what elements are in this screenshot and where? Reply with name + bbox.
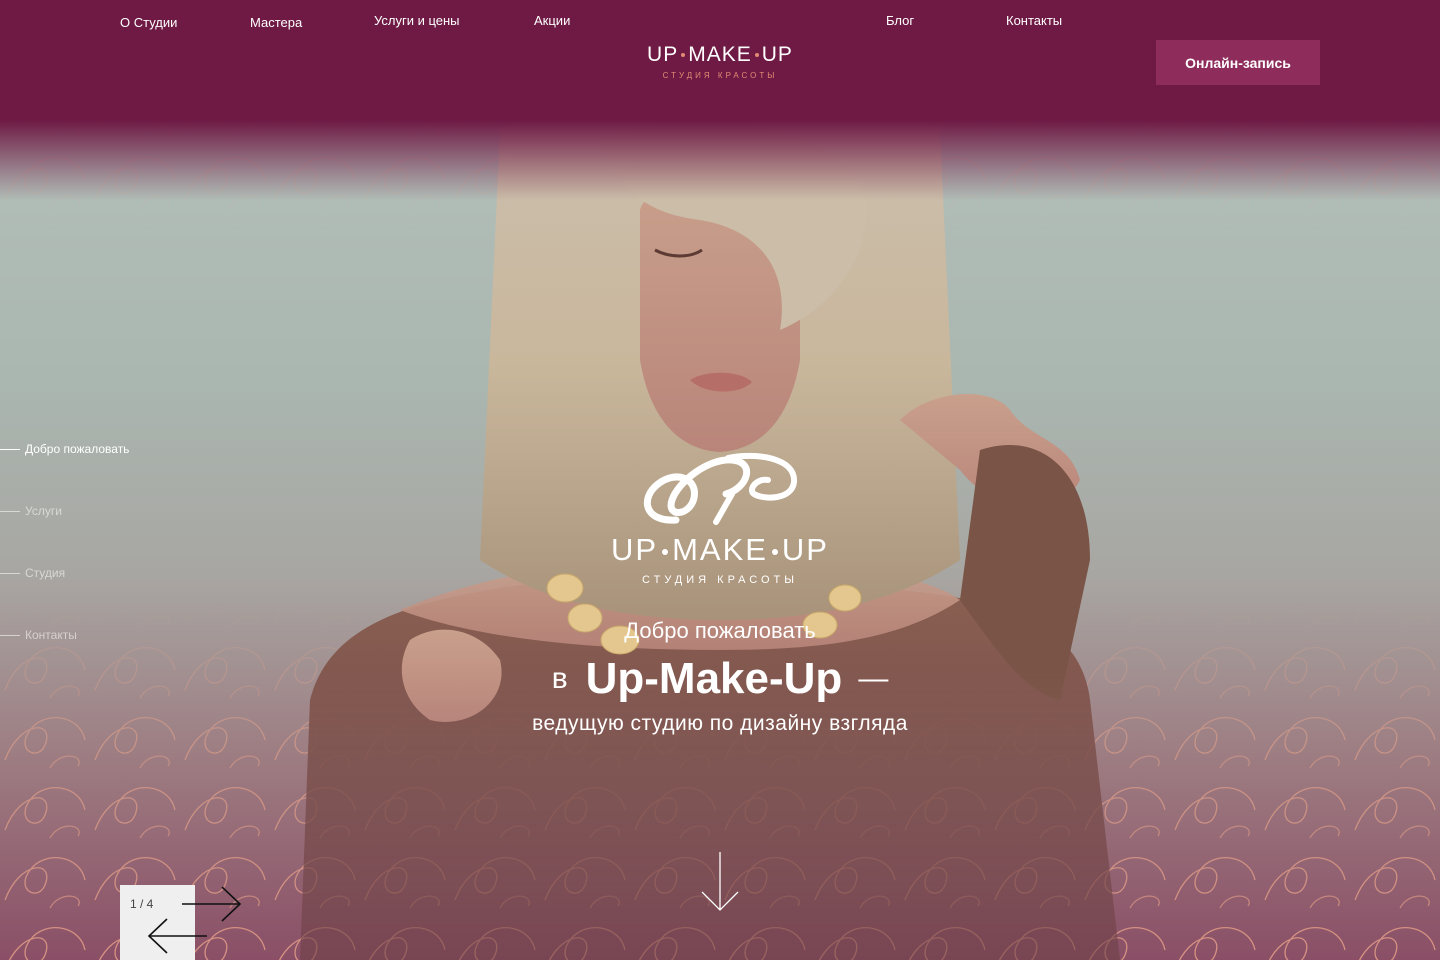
- hero-welcome-text: Добро пожаловать: [624, 618, 816, 643]
- hero-headline-prefix: в: [551, 662, 568, 695]
- section-nav-item-studio[interactable]: Студия: [0, 564, 65, 582]
- section-indicator-line: [0, 634, 20, 636]
- nav-link-contacts[interactable]: Контакты: [1006, 13, 1062, 28]
- site-header: О Студии Мастера Услуги и цены Акции Бло…: [0, 0, 1440, 200]
- arrow-down-icon[interactable]: [700, 852, 740, 912]
- header-logo[interactable]: UP MAKE UP СТУДИЯ КРАСОТЫ: [600, 42, 840, 86]
- section-indicator-line: [0, 572, 20, 574]
- nav-link-blog[interactable]: Блог: [886, 13, 914, 28]
- hero-logo-subtitle: СТУДИЯ КРАСОТЫ: [642, 574, 798, 586]
- nav-link-promotions[interactable]: Акции: [534, 13, 570, 28]
- section-indicator-line: [0, 510, 20, 512]
- up-make-up-monogram-icon: [644, 452, 797, 525]
- section-nav-item-contacts[interactable]: Контакты: [0, 626, 77, 644]
- arrow-left-icon[interactable]: [145, 917, 209, 955]
- hero-tagline: ведущую студию по дизайну взгляда: [532, 712, 908, 735]
- hero-headline-brand: Up-Make-Up: [585, 654, 843, 703]
- slide-counter: 1 / 4: [130, 897, 154, 911]
- logo-wordmark: UP MAKE UP: [647, 43, 793, 66]
- nav-link-masters[interactable]: Мастера: [250, 15, 302, 30]
- section-nav-item-services[interactable]: Услуги: [0, 502, 62, 520]
- hero-headline-dash: —: [858, 662, 889, 695]
- hero-logo: UP MAKE UP СТУДИЯ КРАСОТЫ: [520, 532, 920, 586]
- hero-headline: в Up-Make-Up —: [420, 654, 1020, 704]
- section-indicator-line: [0, 448, 20, 450]
- nav-link-services-prices[interactable]: Услуги и цены: [374, 13, 460, 28]
- logo-subtitle: СТУДИЯ КРАСОТЫ: [662, 71, 778, 80]
- hero-logo-wordmark: UP MAKE UP: [610, 532, 829, 567]
- section-nav-item-welcome[interactable]: Добро пожаловать: [0, 440, 129, 458]
- online-booking-button[interactable]: Онлайн-запись: [1156, 40, 1320, 85]
- nav-link-about[interactable]: О Студии: [120, 15, 177, 30]
